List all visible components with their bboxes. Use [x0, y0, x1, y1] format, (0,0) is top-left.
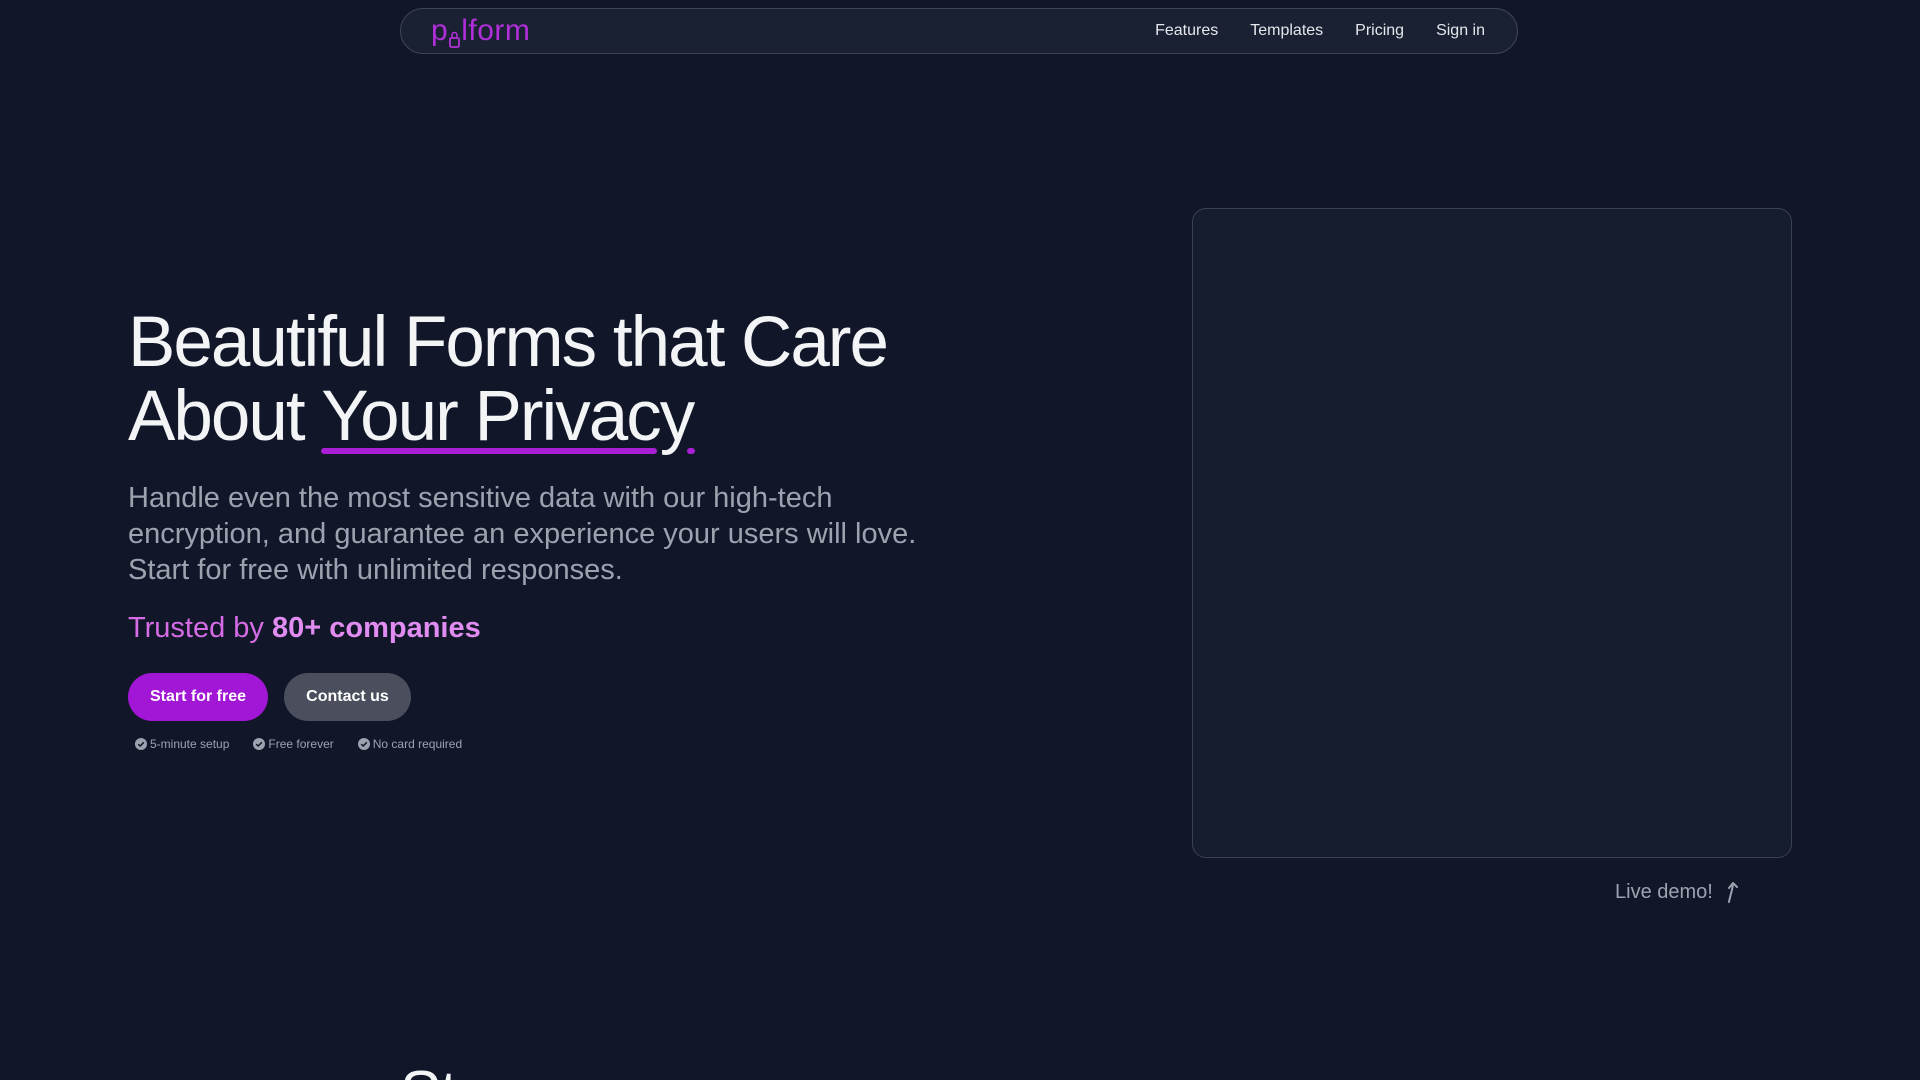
perks-list: 5-minute setup Free forever No card requ… [135, 737, 462, 751]
nav-link-templates[interactable]: Templates [1250, 22, 1323, 40]
nav-link-sign-in[interactable]: Sign in [1436, 22, 1485, 40]
perk-label: No card required [372, 737, 463, 751]
hero-title-highlight-text: Your Privacy [321, 377, 695, 456]
highlight-underline-dot [687, 448, 696, 454]
start-for-free-button[interactable]: Start for free [128, 673, 268, 721]
next-section-heading: St [400, 1058, 458, 1080]
trusted-prefix: Trusted by [128, 612, 272, 644]
arrow-up-curved-icon [1727, 882, 1738, 903]
live-demo-panel[interactable] [1192, 208, 1792, 858]
hero-title-line2-plain: About [128, 377, 322, 456]
logo-suffix: lform [461, 14, 531, 47]
perk-label: 5-minute setup [150, 737, 230, 751]
nav-link-features[interactable]: Features [1155, 22, 1218, 40]
top-navigation: p lform Features Templates Pricing Sign … [400, 8, 1518, 54]
trusted-by: Trusted by 80+ companies [128, 612, 481, 645]
perk-item: No card required [357, 737, 463, 751]
nav-link-pricing[interactable]: Pricing [1355, 22, 1404, 40]
live-demo-label: Live demo! [1615, 880, 1741, 904]
perk-item: Free forever [253, 737, 334, 751]
check-circle-icon [357, 738, 370, 750]
hero-title-highlight: Your Privacy [321, 377, 696, 456]
landing-page: p lform Features Templates Pricing Sign … [0, 0, 1920, 1080]
check-circle-icon [253, 738, 266, 750]
logo[interactable]: p lform [431, 14, 530, 48]
nav-links: Features Templates Pricing Sign in [1155, 9, 1485, 53]
perk-label: Free forever [268, 737, 334, 751]
lock-icon [449, 28, 461, 48]
trusted-count: 80+ companies [271, 612, 481, 644]
hero-title-line1: Beautiful Forms that Care [128, 303, 889, 382]
perk-item: 5-minute setup [135, 737, 229, 751]
highlight-underline [321, 448, 658, 454]
logo-prefix: p [431, 14, 449, 47]
check-circle-icon [135, 738, 147, 750]
hero-subtitle: Handle even the most sensitive data with… [128, 482, 917, 586]
hero-title: Beautiful Forms that Care About Your Pri… [128, 303, 889, 456]
contact-us-button[interactable]: Contact us [284, 673, 411, 721]
live-demo-text: Live demo! [1615, 880, 1713, 903]
